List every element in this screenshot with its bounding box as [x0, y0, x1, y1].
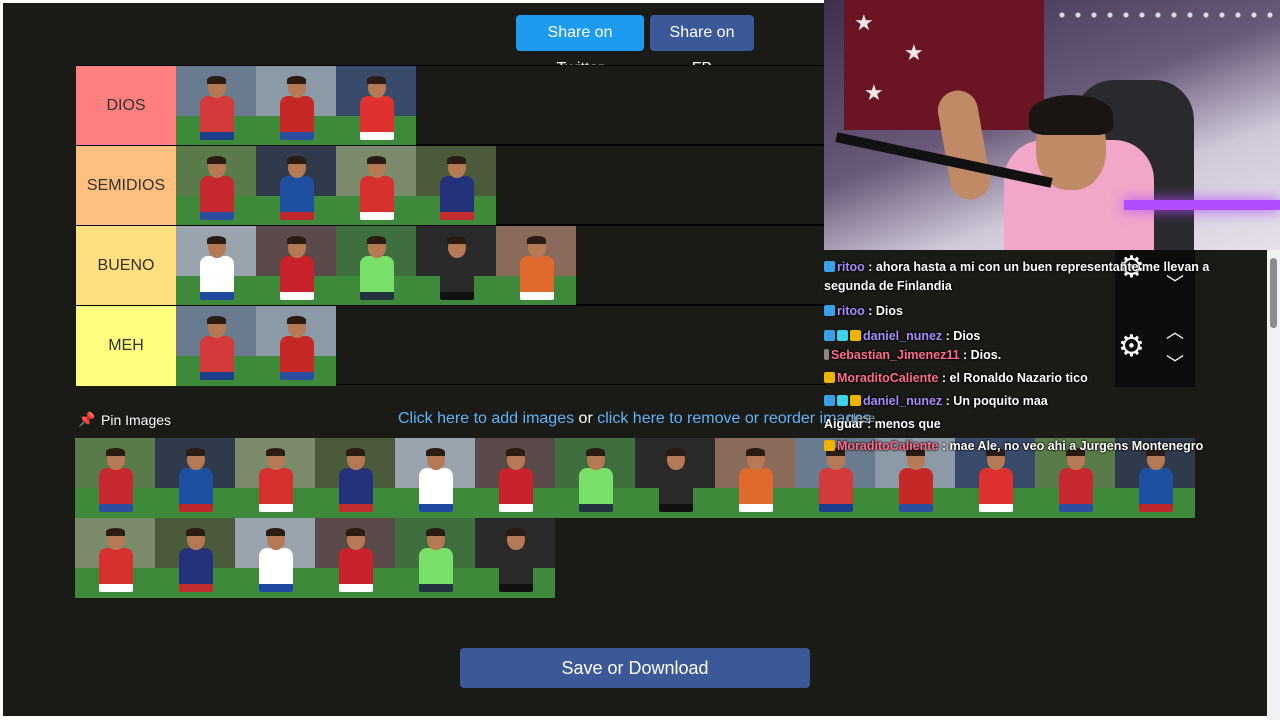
tier-items: [176, 306, 336, 386]
pushpin-icon[interactable]: 📌: [78, 411, 95, 428]
tier-row: SEMIDIOS: [76, 145, 826, 226]
player-image[interactable]: [555, 438, 635, 518]
chat-badge-icon: [850, 330, 861, 341]
share-twitter-button[interactable]: Share on Twitter: [516, 15, 644, 77]
player-image[interactable]: [416, 146, 496, 226]
chat-text: : Dios.: [959, 348, 1002, 362]
tier-items: [176, 146, 496, 226]
chat-username: ritoo: [837, 260, 865, 274]
image-links: Click here to add images or click here t…: [398, 410, 871, 428]
chat-badge-icon: [824, 261, 835, 272]
player-image[interactable]: [475, 518, 555, 598]
chat-text: : menos que: [863, 417, 941, 431]
player-image[interactable]: [75, 518, 155, 598]
scrollbar[interactable]: [1267, 250, 1280, 720]
player-image[interactable]: [475, 438, 555, 518]
tier-items: [176, 66, 416, 146]
player-image[interactable]: [256, 226, 336, 306]
chat-username: MoraditoCaliente: [837, 439, 939, 453]
chat-message: Aiguar : menos que: [824, 415, 1214, 434]
tier-label[interactable]: MEH: [76, 306, 176, 386]
add-images-link[interactable]: Click here to add images: [398, 410, 574, 427]
chat-badge-icon: [837, 395, 848, 406]
chat-message: daniel_nunez : Dios: [824, 327, 1214, 346]
player-image[interactable]: [315, 438, 395, 518]
pin-images-label[interactable]: Pin Images: [101, 412, 171, 428]
player-image[interactable]: [155, 438, 235, 518]
scrollbar-thumb[interactable]: [1270, 258, 1277, 328]
chat-message: ritoo : Dios: [824, 302, 1214, 321]
chat-text: : Dios: [864, 304, 903, 318]
tier-items: [176, 226, 576, 306]
chat-badge-icon: [824, 330, 835, 341]
tier-label[interactable]: SEMIDIOS: [76, 146, 176, 226]
player-image[interactable]: [395, 438, 475, 518]
tier-label[interactable]: BUENO: [76, 226, 176, 306]
chat-badge-icon: [824, 372, 835, 383]
player-image[interactable]: [496, 226, 576, 306]
chat-username: daniel_nunez: [863, 329, 943, 343]
share-facebook-button[interactable]: Share on FB: [650, 15, 754, 77]
chat-text: : mae Ale, no veo ahi a Jurgens Monteneg…: [938, 439, 1204, 453]
chat-message: Sebastian_Jimenez11 : Dios.: [824, 346, 1214, 365]
chat-text: : Un poquito maa: [942, 394, 1048, 408]
chat-text: : ahora hasta a mi con un buen represent…: [824, 260, 1210, 293]
chat-username: daniel_nunez: [863, 394, 943, 408]
chat-badge-icon: [824, 305, 835, 316]
or-text: or: [578, 410, 593, 427]
player-image[interactable]: [256, 146, 336, 226]
player-image[interactable]: [75, 438, 155, 518]
player-image[interactable]: [176, 306, 256, 386]
chat-badge-icon: [824, 440, 835, 451]
close-link[interactable]: close: [847, 411, 875, 425]
chat-text: : Dios: [942, 329, 981, 343]
player-image[interactable]: [176, 66, 256, 146]
tier-row: MEH: [76, 305, 826, 386]
player-image[interactable]: [155, 518, 235, 598]
player-image[interactable]: [256, 306, 336, 386]
chat-badge-icon: [837, 330, 848, 341]
chat-message: MoraditoCaliente : el Ronaldo Nazario ti…: [824, 369, 1214, 388]
player-image[interactable]: [336, 226, 416, 306]
player-image[interactable]: [176, 226, 256, 306]
chat-message: ritoo : ahora hasta a mi con un buen rep…: [824, 258, 1214, 296]
image-pool: [75, 438, 1195, 598]
player-image[interactable]: [635, 438, 715, 518]
chat-badge-icon: [824, 395, 835, 406]
chat-badge-icon: [850, 395, 861, 406]
player-image[interactable]: [416, 226, 496, 306]
tier-row: DIOS: [76, 65, 826, 146]
chat-message: MoraditoCaliente : mae Ale, no veo ahi a…: [824, 437, 1214, 456]
player-image[interactable]: [715, 438, 795, 518]
player-image[interactable]: [395, 518, 475, 598]
chat-username: Sebastian_Jimenez11: [831, 348, 960, 362]
webcam-overlay: ★ ★ ★: [824, 0, 1280, 250]
chat-message: daniel_nunez : Un poquito maa: [824, 392, 1214, 411]
player-image[interactable]: [235, 518, 315, 598]
player-image[interactable]: [336, 66, 416, 146]
chat-text: : el Ronaldo Nazario tico: [938, 371, 1088, 385]
chat-username: ritoo: [837, 304, 865, 318]
player-image[interactable]: [256, 66, 336, 146]
player-image[interactable]: [176, 146, 256, 226]
player-image[interactable]: [235, 438, 315, 518]
save-download-button[interactable]: Save or Download: [460, 648, 810, 688]
chat-badge-icon: [824, 349, 829, 360]
chat-username: MoraditoCaliente: [837, 371, 939, 385]
tier-board: DIOS SEMIDIOS BUENO MEH: [76, 65, 826, 388]
player-image[interactable]: [315, 518, 395, 598]
player-image[interactable]: [336, 146, 416, 226]
tier-label[interactable]: DIOS: [76, 66, 176, 146]
tier-row: BUENO: [76, 225, 826, 306]
